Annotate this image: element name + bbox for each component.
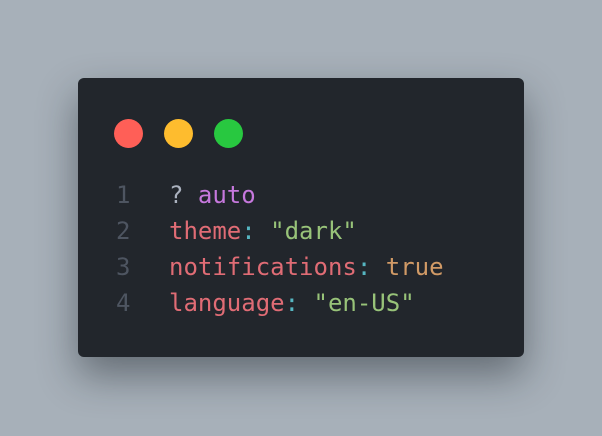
close-dot-icon[interactable]	[114, 119, 143, 148]
token-colon: :	[241, 217, 271, 245]
line-number: 3	[116, 253, 131, 281]
line-content: language: "en-US"	[169, 285, 415, 321]
token-punct: ?	[169, 181, 198, 209]
window-controls	[114, 119, 243, 148]
token-colon: :	[284, 289, 314, 317]
line-number: 1	[116, 181, 131, 209]
line-number: 2	[116, 217, 131, 245]
code-window: 1? auto 2 theme: "dark" 3 notifications: tru…	[78, 78, 524, 357]
token-boolean: true	[385, 253, 444, 281]
token-string: "en-US"	[313, 289, 415, 317]
line-content: notifications: true	[169, 249, 444, 285]
token-key: theme	[169, 217, 242, 245]
maximize-dot-icon[interactable]	[214, 119, 243, 148]
token-key: notifications	[169, 253, 357, 281]
token-key: language	[169, 289, 285, 317]
code-line: 2 theme: "dark"	[78, 213, 524, 249]
line-content: ? auto	[169, 177, 256, 213]
line-number: 4	[116, 289, 131, 317]
token-string: "dark"	[270, 217, 357, 245]
code-line: 4 language: "en-US"	[78, 285, 524, 321]
line-content: theme: "dark"	[169, 213, 357, 249]
code-line: 3 notifications: true	[78, 249, 524, 285]
minimize-dot-icon[interactable]	[164, 119, 193, 148]
code-line: 1? auto	[78, 177, 524, 213]
token-colon: :	[356, 253, 386, 281]
token-keyword: auto	[197, 181, 256, 209]
